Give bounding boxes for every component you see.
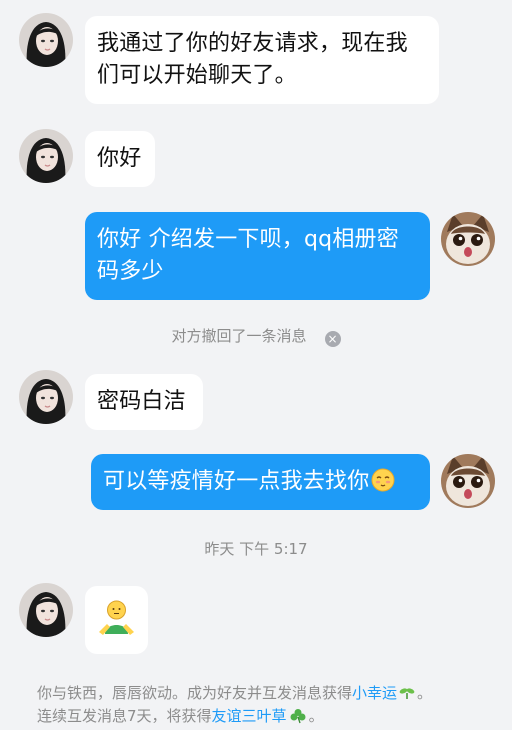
footer-line-1: 你与铁西，唇唇欲动。成为好友并互发消息获得小幸运 。 bbox=[37, 684, 433, 702]
message-text: 可以等疫情好一点我去找你 bbox=[103, 469, 370, 494]
incoming-message-bubble[interactable]: 密码白洁 bbox=[85, 374, 203, 430]
lucky-link[interactable]: 小幸运 bbox=[352, 684, 397, 702]
incoming-message-bubble[interactable]: 你好 bbox=[85, 131, 155, 187]
incoming-sticker-bubble[interactable] bbox=[85, 586, 148, 654]
contact-avatar[interactable] bbox=[19, 583, 73, 637]
close-circle-icon[interactable]: × bbox=[324, 331, 341, 347]
clover-icon bbox=[287, 707, 309, 725]
revoked-notice: 对方撤回了一条消息 × bbox=[0, 326, 512, 347]
contact-avatar[interactable] bbox=[19, 129, 73, 183]
sprout-icon bbox=[397, 684, 417, 702]
message-text: 你好 bbox=[97, 146, 142, 171]
footer-line-2: 连续互发消息7天，将获得友谊三叶草 。 bbox=[37, 707, 324, 725]
green-figure-sticker-icon bbox=[99, 600, 134, 635]
blush-emoji-icon bbox=[371, 468, 395, 492]
clover-link[interactable]: 友谊三叶草 bbox=[212, 707, 287, 725]
revoked-text: 对方撤回了一条消息 bbox=[171, 327, 307, 345]
friendship-footer: 你与铁西，唇唇欲动。成为好友并互发消息获得小幸运 。 连续互发消息7天，将获得友… bbox=[37, 682, 497, 728]
message-text: 我通过了你的好友请求，现在我们可以开始聊天了。 bbox=[97, 31, 408, 88]
incoming-message-bubble[interactable]: 我通过了你的好友请求，现在我们可以开始聊天了。 bbox=[85, 16, 439, 104]
message-text: 密码白洁 bbox=[97, 389, 186, 414]
outgoing-message-bubble[interactable]: 你好 介绍发一下呗，qq相册密码多少 bbox=[85, 212, 430, 300]
my-avatar[interactable] bbox=[441, 212, 495, 266]
message-text: 你好 介绍发一下呗，qq相册密码多少 bbox=[97, 227, 399, 284]
contact-avatar[interactable] bbox=[19, 13, 73, 67]
timestamp: 昨天 下午 5:17 bbox=[204, 540, 308, 558]
my-avatar[interactable] bbox=[441, 454, 495, 508]
contact-avatar[interactable] bbox=[19, 370, 73, 424]
outgoing-message-bubble[interactable]: 可以等疫情好一点我去找你 bbox=[91, 454, 430, 510]
